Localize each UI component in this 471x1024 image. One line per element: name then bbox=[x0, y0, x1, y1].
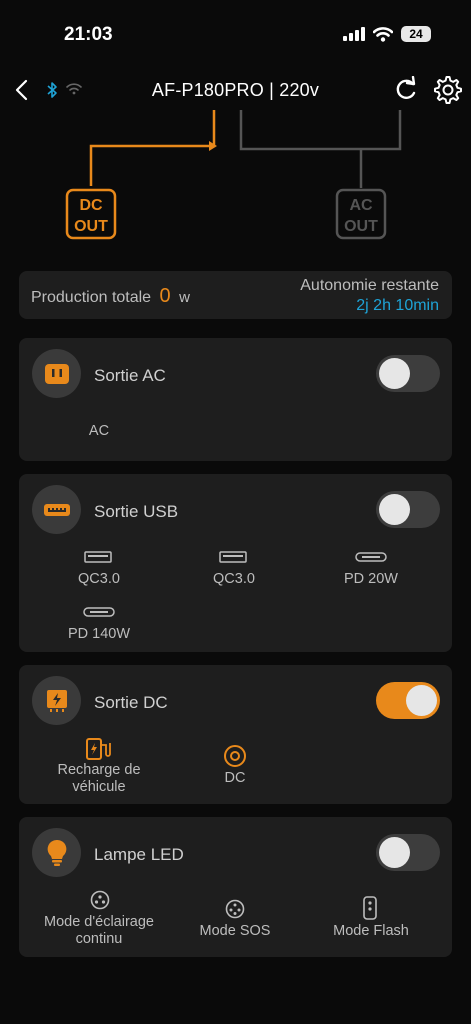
ac-output-title: Sortie AC bbox=[94, 366, 166, 385]
usb-port-label: QC3.0 bbox=[213, 571, 255, 587]
production-value: 0 bbox=[159, 285, 171, 307]
dc-port-label: Recharge de véhicule bbox=[57, 762, 141, 795]
light-bulb-icon bbox=[32, 828, 81, 877]
usb-output-card: Sortie USB QC3.0 QC3.0 PD 20W PD 140W bbox=[19, 474, 452, 652]
usb-output-toggle[interactable] bbox=[376, 491, 440, 528]
usb-output-title: Sortie USB bbox=[94, 502, 179, 521]
toggle-knob bbox=[379, 494, 410, 525]
continuous-light-icon bbox=[90, 890, 110, 910]
dc-output-icon bbox=[32, 676, 81, 725]
autonomy-value: 2j 2h 10min bbox=[356, 297, 439, 314]
ac-port-label: AC bbox=[88, 423, 110, 439]
usb-port-icon bbox=[32, 485, 81, 534]
led-lamp-title: Lampe LED bbox=[94, 845, 184, 864]
usb-c-port-icon bbox=[83, 607, 115, 617]
dc-out-label-line2: OUT bbox=[74, 218, 108, 235]
vehicle-charging-icon bbox=[86, 738, 111, 760]
dc-port-label: DC bbox=[224, 770, 246, 786]
sos-mode-icon bbox=[225, 899, 245, 919]
usb-port-label: PD 140W bbox=[67, 626, 131, 642]
dc-output-title: Sortie DC bbox=[94, 693, 168, 712]
ac-out-label-line2: OUT bbox=[344, 218, 378, 235]
status-time: 21:03 bbox=[64, 24, 113, 45]
status-bar: 21:03 24 bbox=[0, 0, 471, 70]
production-total: Production totale 0 w bbox=[31, 285, 190, 308]
ac-outlet-icon bbox=[32, 349, 81, 398]
autonomy-block: Autonomie restante 2j 2h 10min bbox=[300, 277, 439, 315]
ac-out-label-line1: AC bbox=[349, 197, 373, 214]
dc-output-card: Sortie DC Recharge de véhicule DC bbox=[19, 665, 452, 804]
status-icons: 24 bbox=[343, 26, 431, 42]
toggle-knob bbox=[379, 837, 410, 868]
led-mode-label: Mode SOS bbox=[199, 923, 271, 939]
header: AF-P180PRO | 220v bbox=[0, 72, 471, 108]
led-mode-label: Mode d'éclairage continu bbox=[44, 914, 154, 947]
dc-out-label-line1: DC bbox=[79, 197, 103, 214]
usb-c-port-icon bbox=[355, 552, 387, 562]
production-summary-card: Production totale 0 w Autonomie restante… bbox=[19, 271, 452, 319]
usb-a-port-icon bbox=[84, 551, 112, 563]
toggle-knob bbox=[379, 358, 410, 389]
production-label: Production totale bbox=[31, 289, 152, 306]
autonomy-label: Autonomie restante bbox=[300, 277, 439, 294]
cellular-signal-icon bbox=[343, 27, 365, 41]
led-lamp-toggle[interactable] bbox=[376, 834, 440, 871]
ac-output-toggle[interactable] bbox=[376, 355, 440, 392]
led-mode-label: Mode Flash bbox=[333, 923, 409, 939]
toggle-knob bbox=[406, 685, 437, 716]
dc-port-icon bbox=[224, 745, 246, 767]
refresh-icon[interactable] bbox=[393, 76, 419, 104]
wifi-status-icon bbox=[373, 26, 393, 42]
led-lamp-card: Lampe LED Mode d'éclairage continu Mode … bbox=[19, 817, 452, 957]
power-flow-diagram: DC OUT AC OUT bbox=[65, 110, 402, 240]
usb-port-label: QC3.0 bbox=[78, 571, 120, 587]
usb-port-label: PD 20W bbox=[344, 571, 398, 587]
ac-output-card: Sortie AC AC bbox=[19, 338, 452, 461]
dc-output-toggle[interactable] bbox=[376, 682, 440, 719]
dc-flow-line bbox=[89, 110, 216, 186]
flash-mode-icon bbox=[363, 896, 377, 920]
ac-flow-line bbox=[239, 110, 402, 188]
production-unit: w bbox=[179, 289, 190, 306]
battery-indicator: 24 bbox=[401, 26, 431, 42]
usb-a-port-icon bbox=[219, 551, 247, 563]
settings-gear-icon[interactable] bbox=[433, 75, 463, 105]
